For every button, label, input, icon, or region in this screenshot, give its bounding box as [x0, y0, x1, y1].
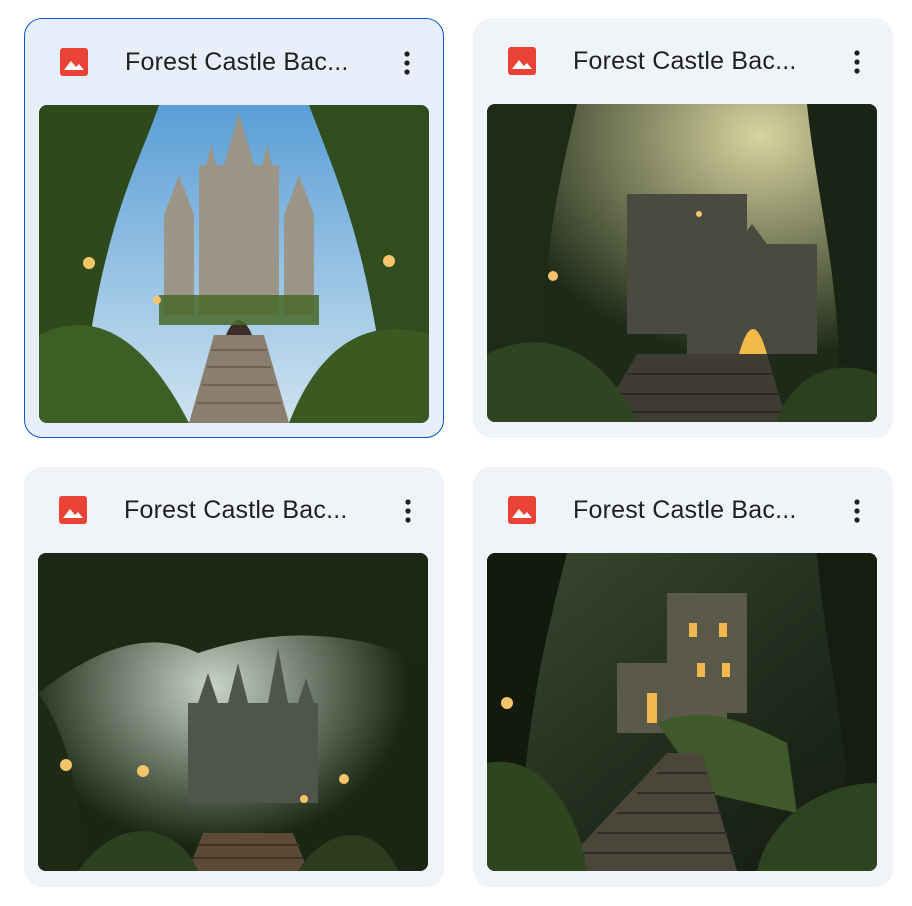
- more-vert-icon: [404, 51, 410, 75]
- more-vert-icon: [854, 499, 860, 523]
- more-actions-button[interactable]: [385, 41, 429, 85]
- file-name: Forest Castle Bac...: [125, 48, 349, 76]
- file-card[interactable]: Forest Castle Bac...: [473, 18, 893, 438]
- file-thumbnail[interactable]: [487, 104, 877, 422]
- more-vert-icon: [405, 499, 411, 523]
- image-icon: [508, 47, 536, 75]
- file-card-header: Forest Castle Bac...: [473, 18, 893, 102]
- image-icon: [59, 496, 87, 524]
- image-icon: [60, 48, 88, 76]
- file-name: Forest Castle Bac...: [124, 496, 348, 524]
- file-card[interactable]: Forest Castle Bac...: [24, 467, 444, 887]
- more-actions-button[interactable]: [386, 489, 430, 533]
- file-card-header: Forest Castle Bac...: [24, 467, 444, 551]
- file-card[interactable]: Forest Castle Bac...: [24, 18, 444, 438]
- file-name: Forest Castle Bac...: [573, 496, 797, 524]
- file-card-header: Forest Castle Bac...: [25, 19, 443, 103]
- file-name: Forest Castle Bac...: [573, 47, 797, 75]
- image-icon: [508, 496, 536, 524]
- file-card-header: Forest Castle Bac...: [473, 467, 893, 551]
- file-card[interactable]: Forest Castle Bac...: [473, 467, 893, 887]
- more-actions-button[interactable]: [835, 489, 879, 533]
- file-grid: Forest Castle Bac... Forest Castle Bac..…: [0, 0, 912, 906]
- file-thumbnail[interactable]: [39, 105, 429, 423]
- more-actions-button[interactable]: [835, 40, 879, 84]
- file-thumbnail[interactable]: [38, 553, 428, 871]
- file-thumbnail[interactable]: [487, 553, 877, 871]
- more-vert-icon: [854, 50, 860, 74]
